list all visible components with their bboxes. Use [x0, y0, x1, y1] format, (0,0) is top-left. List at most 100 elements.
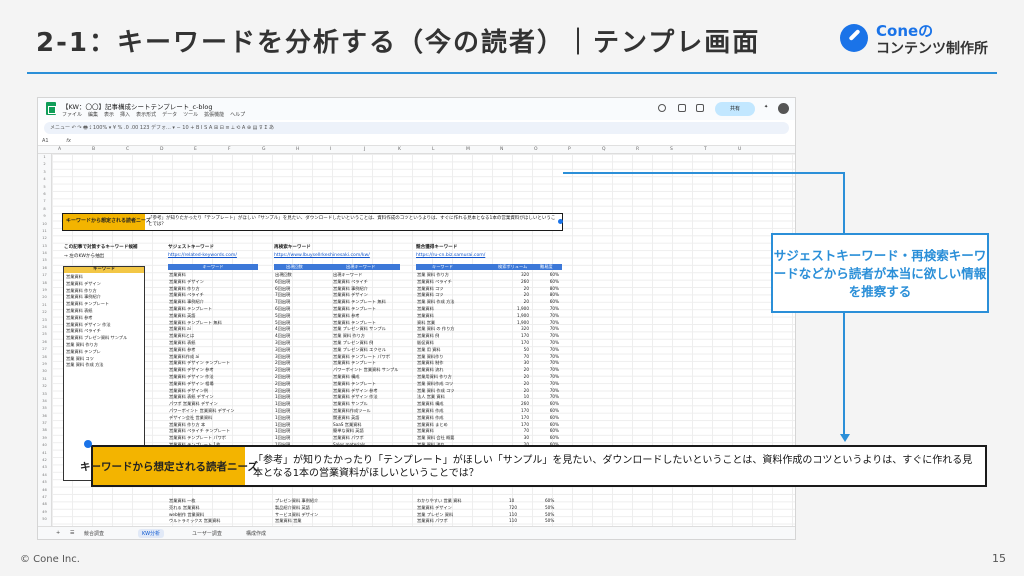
column-header[interactable]: G [262, 147, 266, 152]
google-sheets-icon[interactable] [46, 102, 56, 115]
history-icon[interactable] [658, 104, 666, 112]
menu-item[interactable]: ツール [183, 112, 198, 118]
column-header[interactable]: R [636, 147, 639, 152]
row-header[interactable]: 14 [38, 250, 51, 257]
sheet-tab[interactable]: KW分析 [138, 529, 165, 538]
target-kw-note: → 左のKWから抽出 [64, 254, 105, 259]
column-header[interactable]: B [92, 147, 95, 152]
row-header[interactable]: 17 [38, 272, 51, 279]
row-header[interactable]: 4 [38, 176, 51, 183]
row-header[interactable]: 22 [38, 309, 51, 316]
row-header[interactable]: 46 [38, 487, 51, 494]
row-header[interactable]: 34 [38, 398, 51, 405]
column-header[interactable]: S [670, 147, 673, 152]
column-header[interactable]: E [194, 147, 197, 152]
row-header[interactable]: 43 [38, 464, 51, 471]
row-header[interactable]: 32 [38, 383, 51, 390]
row-header[interactable]: 44 [38, 472, 51, 479]
comment-icon[interactable] [678, 104, 686, 112]
column-header[interactable]: F [228, 147, 231, 152]
row-header[interactable]: 15 [38, 257, 51, 264]
row-header[interactable]: 27 [38, 346, 51, 353]
row-header[interactable]: 29 [38, 361, 51, 368]
column-header[interactable]: J [364, 147, 365, 152]
column-header[interactable]: N [500, 147, 503, 152]
column-header[interactable]: P [568, 147, 571, 152]
column-header[interactable]: U [738, 147, 741, 152]
row-header[interactable]: 2 [38, 161, 51, 168]
column-header[interactable]: C [126, 147, 129, 152]
row-header[interactable]: 45 [38, 479, 51, 486]
row-header[interactable]: 16 [38, 265, 51, 272]
row-header[interactable]: 1 [38, 154, 51, 161]
row-header[interactable]: 42 [38, 457, 51, 464]
row-header[interactable]: 26 [38, 339, 51, 346]
menu-item[interactable]: データ [162, 112, 177, 118]
menu-item[interactable]: 拡張機能 [204, 112, 224, 118]
column-header[interactable]: K [398, 147, 401, 152]
row-header[interactable]: 39 [38, 435, 51, 442]
column-header[interactable]: H [296, 147, 299, 152]
avatar[interactable] [778, 103, 789, 114]
column-header[interactable]: D [160, 147, 163, 152]
column-header[interactable]: L [432, 147, 435, 152]
column-header[interactable]: T [704, 147, 707, 152]
row-header[interactable]: 31 [38, 376, 51, 383]
sheet-tab[interactable]: ユーザー調査 [192, 530, 222, 537]
row-header[interactable]: 48 [38, 501, 51, 508]
document-title[interactable]: 【KW：〇〇】記事構成シートテンプレート_c-blog [62, 101, 212, 111]
row-header[interactable]: 50 [38, 516, 51, 523]
column-header[interactable]: M [466, 147, 470, 152]
row-header[interactable]: 21 [38, 302, 51, 309]
meet-icon[interactable] [696, 104, 704, 112]
menu-item[interactable]: 表示形式 [136, 112, 156, 118]
share-button[interactable]: 共有 [715, 102, 755, 116]
row-header[interactable]: 6 [38, 191, 51, 198]
menu-item[interactable]: 挿入 [120, 112, 130, 118]
row-header[interactable]: 40 [38, 442, 51, 449]
column-header[interactable]: A [58, 147, 61, 152]
research-url[interactable]: https://www.lbuysellrkeshinesaki.com/kw/ [274, 253, 370, 258]
row-header[interactable]: 30 [38, 368, 51, 375]
row-header[interactable]: 24 [38, 324, 51, 331]
row-header[interactable]: 35 [38, 405, 51, 412]
gemini-icon[interactable]: ✦ [764, 104, 772, 112]
cell-reference[interactable]: A1 [42, 138, 49, 144]
column-header[interactable]: Q [602, 147, 606, 152]
row-header[interactable]: 28 [38, 354, 51, 361]
menu-item[interactable]: 表示 [104, 112, 114, 118]
row-header[interactable]: 41 [38, 450, 51, 457]
row-header[interactable]: 38 [38, 427, 51, 434]
sheet-tab[interactable]: 構成作成 [246, 530, 266, 537]
row-header[interactable]: 9 [38, 213, 51, 220]
row-header[interactable]: 33 [38, 391, 51, 398]
suggest-url[interactable]: https://related-keywords.com/ [168, 253, 237, 258]
menu-item[interactable]: 編集 [88, 112, 98, 118]
sheet-tab[interactable]: 競合調査 [84, 530, 104, 537]
menu-item[interactable]: ファイル [62, 112, 82, 118]
row-header[interactable]: 7 [38, 198, 51, 205]
row-header[interactable]: 47 [38, 494, 51, 501]
row-header[interactable]: 37 [38, 420, 51, 427]
row-header[interactable]: 5 [38, 184, 51, 191]
row-header[interactable]: 11 [38, 228, 51, 235]
row-header[interactable]: 20 [38, 294, 51, 301]
row-header[interactable]: 25 [38, 331, 51, 338]
row-header[interactable]: 23 [38, 317, 51, 324]
formatting-toolbar[interactable]: メニュー ↶ ↷ 🖶 ⟟ 100% ▾ ¥ % .0 .00 123 デフォ..… [44, 122, 789, 134]
row-header[interactable]: 13 [38, 243, 51, 250]
column-header[interactable]: O [534, 147, 538, 152]
row-header[interactable]: 49 [38, 509, 51, 516]
column-header[interactable]: I [330, 147, 331, 152]
row-header[interactable]: 18 [38, 280, 51, 287]
row-header[interactable]: 3 [38, 169, 51, 176]
row-header[interactable]: 10 [38, 221, 51, 228]
row-header[interactable]: 12 [38, 235, 51, 242]
add-sheet-button[interactable]: + [56, 530, 60, 536]
row-header[interactable]: 36 [38, 413, 51, 420]
competitor-url[interactable]: https://ru-cn.biz.samurai.com/ [416, 253, 485, 258]
row-header[interactable]: 8 [38, 206, 51, 213]
all-sheets-icon[interactable]: ☰ [70, 530, 74, 536]
menu-item[interactable]: ヘルプ [230, 112, 245, 118]
row-header[interactable]: 19 [38, 287, 51, 294]
